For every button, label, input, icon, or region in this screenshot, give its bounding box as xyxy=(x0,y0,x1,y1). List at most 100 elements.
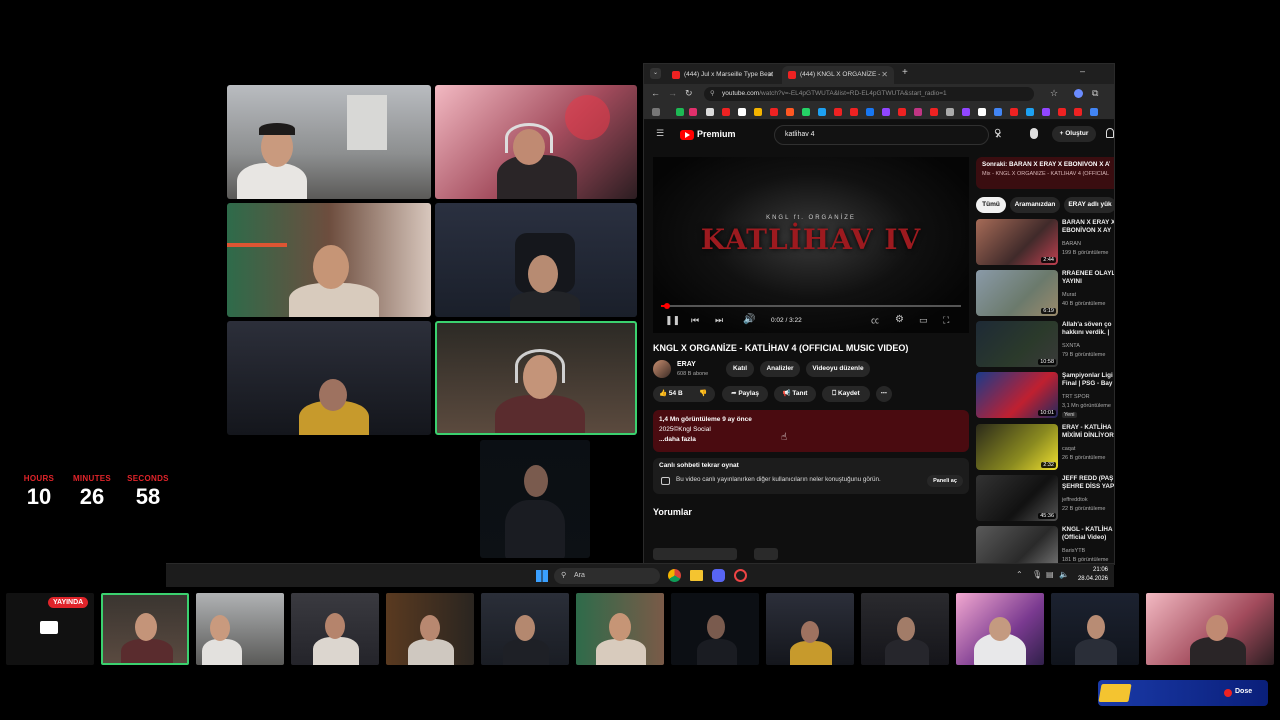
notifications-icon[interactable] xyxy=(1106,128,1114,138)
network-icon[interactable]: ▤ xyxy=(1046,570,1054,579)
bookmark-icon[interactable] xyxy=(722,108,730,116)
stream-tile[interactable] xyxy=(956,593,1044,665)
bookmark-icon[interactable] xyxy=(754,108,762,116)
share-button[interactable]: ➦ Paylaş xyxy=(722,386,768,402)
clock-time[interactable]: 21:06 xyxy=(1076,567,1108,573)
playlist-header[interactable]: Sonraki: BARAN X ERAY X EBONİVON X AY Mi… xyxy=(976,157,1114,189)
bookmark-icon[interactable] xyxy=(978,108,986,116)
bookmark-icon[interactable] xyxy=(676,108,684,116)
stream-tile[interactable] xyxy=(766,593,854,665)
stream-tile[interactable] xyxy=(861,593,949,665)
new-tab-icon[interactable]: + xyxy=(902,67,908,78)
bookmark-icon[interactable] xyxy=(770,108,778,116)
channel-name[interactable]: ERAY xyxy=(677,361,696,368)
stream-tile[interactable] xyxy=(101,593,189,665)
voice-search-icon[interactable] xyxy=(1030,128,1038,139)
reload-icon[interactable]: ↻ xyxy=(685,88,693,99)
fullscreen-icon[interactable]: ⛶ xyxy=(943,315,949,326)
stream-tile[interactable] xyxy=(481,593,569,665)
bookmark-icon[interactable] xyxy=(818,108,826,116)
bookmark-icon[interactable] xyxy=(706,108,714,116)
extensions-icon[interactable]: ⧉ xyxy=(1092,88,1098,99)
bookmark-icon[interactable] xyxy=(1058,108,1066,116)
bookmark-icon[interactable] xyxy=(914,108,922,116)
pause-icon[interactable]: ❚❚ xyxy=(665,315,680,326)
stream-tile[interactable] xyxy=(1146,593,1274,665)
clock-date[interactable]: 28.04.2026 xyxy=(1072,576,1108,582)
video-thumbnail[interactable] xyxy=(976,526,1058,564)
stream-tile[interactable] xyxy=(386,593,474,665)
chip-all[interactable]: Tümü xyxy=(976,197,1006,213)
bookmark-icon[interactable] xyxy=(1010,108,1018,116)
app-icon[interactable] xyxy=(734,569,747,582)
tab-active[interactable]: (444) KNGL X ORGANİZE - ✕ xyxy=(782,66,894,84)
stream-tile[interactable] xyxy=(576,593,664,665)
join-button[interactable]: Katıl xyxy=(726,361,754,377)
video-thumbnail[interactable]: 6:19 xyxy=(976,270,1058,316)
related-video[interactable]: 6:19 RRAENEE OLAYLI YAYINI Murat 40 B gö… xyxy=(976,270,1114,318)
related-video[interactable]: 2:32 ERAY - KATLİHA MİXİMİ DİNLİYOR caqa… xyxy=(976,424,1114,472)
tab-inactive[interactable]: (444) Jul x Marseille Type Beat ✕ xyxy=(666,66,780,84)
bookmark-icon[interactable] xyxy=(1090,108,1098,116)
minimize-icon[interactable]: – xyxy=(1080,66,1085,76)
description-more-link[interactable]: ...daha fazla xyxy=(659,435,963,445)
stream-tile[interactable]: YAYINDA xyxy=(6,593,94,665)
bookmark-icon[interactable] xyxy=(930,108,938,116)
miniplayer-icon[interactable]: ▭ xyxy=(919,315,928,326)
bookmark-icon[interactable] xyxy=(850,108,858,116)
video-player[interactable]: KNGL ft. ORGANİZE KATLİHAV IV ❚❚ ⏮ ⏭ 🔊 0… xyxy=(653,157,969,333)
bookmark-icon[interactable] xyxy=(689,108,697,116)
bookmark-icon[interactable] xyxy=(994,108,1002,116)
tab-list-icon[interactable]: ⌄ xyxy=(650,68,661,79)
bookmark-icon[interactable] xyxy=(652,108,660,116)
speaker-icon[interactable]: 🔈 xyxy=(1059,570,1069,579)
video-description[interactable]: 1,4 Mn görüntüleme 9 ay önce 2025©Kngl S… xyxy=(653,410,969,452)
thumbs-down-icon[interactable]: 👎 xyxy=(699,386,707,402)
chip-from-uploader[interactable]: ERAY adlı yük xyxy=(1064,197,1114,213)
promote-button[interactable]: 📢 Tanıt xyxy=(774,386,816,402)
bookmark-icon[interactable] xyxy=(882,108,890,116)
stream-tile[interactable] xyxy=(1051,593,1139,665)
bookmark-icon[interactable] xyxy=(1026,108,1034,116)
discord-icon[interactable] xyxy=(712,569,725,582)
progress-track[interactable] xyxy=(661,305,961,307)
address-input[interactable]: ⚲ youtube.com/watch?v=-EL4pGTWUTA&list=R… xyxy=(704,87,1034,101)
tab-close-icon[interactable]: ✕ xyxy=(881,66,888,84)
forward-icon[interactable]: → xyxy=(668,88,677,98)
stream-tile[interactable] xyxy=(196,593,284,665)
related-video[interactable]: 45:36 JEFF REDD (PAŞ ŞEHRE DİSS YAP jeff… xyxy=(976,475,1114,523)
site-info-icon[interactable]: ⚲ xyxy=(710,87,715,101)
related-video[interactable]: 2:44 BARAN X ERAY X EBONİVON X AY BARAN … xyxy=(976,219,1114,267)
bookmark-icon[interactable] xyxy=(738,108,746,116)
video-thumbnail[interactable]: 45:36 xyxy=(976,475,1058,521)
video-thumbnail[interactable]: 10:01 xyxy=(976,372,1058,418)
profile-icon[interactable] xyxy=(1074,89,1083,98)
back-icon[interactable]: ← xyxy=(651,88,660,98)
bookmark-icon[interactable] xyxy=(866,108,874,116)
bookmark-icon[interactable] xyxy=(898,108,906,116)
settings-icon[interactable]: ⚙ xyxy=(895,314,904,325)
windows-start-icon[interactable] xyxy=(536,570,548,582)
taskbar-search-input[interactable]: ⚲ Ara xyxy=(554,568,660,584)
open-panel-button[interactable]: Paneli aç xyxy=(927,475,963,487)
chrome-icon[interactable] xyxy=(668,569,681,582)
related-video[interactable]: 10:58 Allah'a söven ço hakkını verdik. |… xyxy=(976,321,1114,369)
channel-avatar[interactable] xyxy=(653,360,671,378)
search-icon[interactable]: ⚲ xyxy=(994,128,1001,139)
bookmark-star-icon[interactable]: ☆ xyxy=(1050,88,1058,99)
tray-chevron-icon[interactable]: ⌃ xyxy=(1016,570,1023,579)
file-explorer-icon[interactable] xyxy=(690,570,703,581)
microphone-icon[interactable]: 🎙 xyxy=(1032,570,1042,579)
chip-from-search[interactable]: Aramanızdan xyxy=(1010,197,1060,213)
volume-icon[interactable]: 🔊 xyxy=(743,314,755,325)
video-thumbnail[interactable]: 10:58 xyxy=(976,321,1058,367)
analytics-button[interactable]: Analizler xyxy=(760,361,800,377)
create-button[interactable]: + Oluştur xyxy=(1052,126,1096,142)
stream-tile[interactable] xyxy=(291,593,379,665)
stream-tile[interactable] xyxy=(671,593,759,665)
progress-knob[interactable] xyxy=(664,303,670,309)
bookmark-icon[interactable] xyxy=(1074,108,1082,116)
save-button[interactable]: ⎕ Kaydet xyxy=(822,386,870,402)
video-thumbnail[interactable]: 2:32 xyxy=(976,424,1058,470)
bookmark-icon[interactable] xyxy=(946,108,954,116)
